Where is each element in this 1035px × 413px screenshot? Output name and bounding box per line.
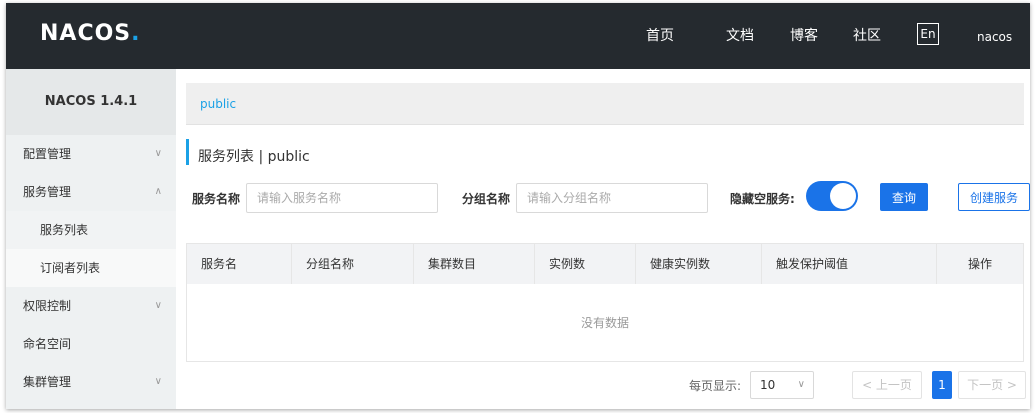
sidebar-item-subscriber-list[interactable]: 订阅者列表: [6, 249, 176, 287]
chevron-up-icon: ∧: [154, 186, 162, 197]
sidebar-item-label: 服务列表: [40, 223, 89, 237]
sidebar-item-service-management[interactable]: 服务管理 ∧: [6, 173, 176, 211]
hide-empty-services-toggle[interactable]: [806, 181, 858, 211]
sidebar-item-label: 集群管理: [23, 375, 72, 389]
main-content: public 服务列表 | public 服务名称 分组名称 隐藏空服务: 查询…: [176, 69, 1030, 409]
sidebar-version: NACOS 1.4.1: [6, 69, 176, 135]
sidebar-item-label: 服务管理: [23, 185, 72, 199]
sidebar-item-label: 配置管理: [23, 147, 72, 161]
create-service-button[interactable]: 创建服务: [958, 183, 1030, 211]
sidebar-item-service-list[interactable]: 服务列表: [6, 211, 176, 249]
nav-docs[interactable]: 文档: [726, 3, 754, 69]
table-header: 服务名 分组名称 集群数目 实例数 健康实例数 触发保护阈值 操作: [187, 244, 1023, 284]
table-empty-message: 没有数据: [580, 316, 629, 330]
sidebar-item-cluster-management[interactable]: 集群管理 ∨: [6, 363, 176, 401]
group-name-input[interactable]: [516, 183, 708, 213]
page-size-select[interactable]: 10 ∨: [750, 371, 814, 399]
namespace-bar: public: [186, 83, 1024, 125]
toggle-knob: [830, 183, 856, 209]
next-page-button[interactable]: 下一页 >: [958, 371, 1026, 399]
column-header-actions: 操作: [967, 257, 992, 271]
nav-blog[interactable]: 博客: [790, 3, 818, 69]
sidebar-item-config-management[interactable]: 配置管理 ∨: [6, 135, 176, 173]
group-name-label: 分组名称: [462, 192, 511, 206]
language-switch-button[interactable]: En: [917, 23, 939, 45]
sidebar-item-namespace[interactable]: 命名空间: [6, 325, 176, 363]
page-size-label: 每页显示:: [689, 379, 742, 393]
chevron-down-icon: ∨: [154, 148, 162, 159]
user-name[interactable]: nacos: [977, 3, 1012, 69]
nav-home[interactable]: 首页: [646, 3, 674, 69]
column-header-service-name[interactable]: 服务名: [187, 244, 292, 284]
sidebar-item-access-control[interactable]: 权限控制 ∨: [6, 287, 176, 325]
page-title: 服务列表 | public: [198, 149, 310, 165]
hide-empty-services-label: 隐藏空服务:: [730, 192, 795, 206]
title-accent-bar: [186, 139, 189, 165]
chevron-down-icon: ∨: [154, 300, 162, 311]
service-table: 服务名 分组名称 集群数目 实例数 健康实例数 触发保护阈值 操作 没有数据: [186, 243, 1024, 362]
column-header-group-name[interactable]: 分组名称: [292, 244, 414, 284]
column-header-instance-count[interactable]: 实例数: [535, 244, 636, 284]
service-name-input[interactable]: [246, 183, 438, 213]
chevron-down-icon: ∨: [797, 379, 805, 390]
page-size-value: 10: [760, 378, 776, 392]
query-button[interactable]: 查询: [880, 183, 928, 211]
chevron-down-icon: ∨: [154, 376, 162, 387]
namespace-link-public[interactable]: public: [200, 97, 236, 111]
sidebar-item-label: 权限控制: [23, 299, 72, 313]
nacos-logo[interactable]: NACOS.: [40, 21, 141, 46]
nav-community[interactable]: 社区: [853, 3, 881, 69]
top-navbar: NACOS. 首页 文档 博客 社区 En nacos: [6, 3, 1030, 69]
nacos-console-window: NACOS. 首页 文档 博客 社区 En nacos NACOS 1.4.1 …: [6, 3, 1030, 409]
page-number-button[interactable]: 1: [932, 371, 952, 399]
column-header-healthy-instance-count[interactable]: 健康实例数: [636, 244, 762, 284]
service-name-label: 服务名称: [192, 192, 241, 206]
column-header-cluster-count[interactable]: 集群数目: [414, 244, 535, 284]
sidebar: NACOS 1.4.1 配置管理 ∨ 服务管理 ∧ 服务列表 订阅者列表 权限控…: [6, 69, 176, 409]
sidebar-item-label: 命名空间: [23, 337, 72, 351]
column-header-protect-threshold[interactable]: 触发保护阈值: [762, 244, 937, 284]
previous-page-button[interactable]: < 上一页: [852, 371, 922, 399]
sidebar-item-label: 订阅者列表: [40, 261, 101, 275]
